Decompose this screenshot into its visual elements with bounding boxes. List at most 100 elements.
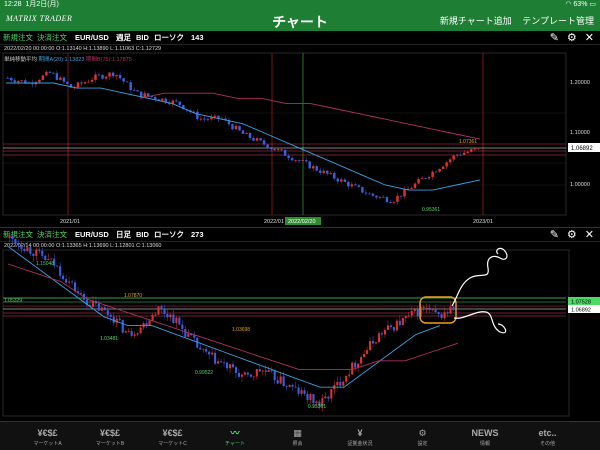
weekly-candle <box>347 181 350 187</box>
daily-candle <box>264 370 267 372</box>
daily-candle <box>169 314 172 318</box>
weekly-candle <box>6 77 9 79</box>
daily-candle <box>401 317 404 326</box>
daily-candle <box>386 325 389 330</box>
weekly-candle <box>417 179 420 184</box>
daily-candle <box>151 314 154 321</box>
weekly-candle <box>375 195 378 198</box>
weekly-candle <box>462 152 466 155</box>
left-level-label: 1.05329 <box>4 298 22 304</box>
daily-candle <box>276 380 279 384</box>
daily-candle <box>154 314 157 316</box>
chart-panel-daily: 新規注文 決済注文 EUR/USD 日足 BID ローソク 273 ✎ ⚙ ✕ 20… <box>0 227 600 421</box>
weekly-candle <box>45 71 48 76</box>
daily-candle <box>136 333 139 335</box>
daily-candle <box>35 249 38 256</box>
daily-candle <box>103 307 106 311</box>
weekly-candle <box>125 81 129 83</box>
weekly-candle <box>245 132 248 134</box>
daily-candle <box>410 311 413 316</box>
daily-candle <box>148 320 151 326</box>
daily-candle <box>449 306 452 314</box>
weekly-candle <box>403 188 406 197</box>
tab-label: マーケットA <box>33 441 62 447</box>
weekly-candle <box>427 176 431 179</box>
weekly-candle <box>382 196 385 198</box>
daily-candle <box>309 394 312 401</box>
weekly-candle <box>410 187 413 189</box>
daily-candle <box>249 374 252 377</box>
tab-currency[interactable]: ¥€$£ マーケットB <box>83 422 138 450</box>
daily-candle <box>79 292 83 294</box>
template-manage-button[interactable]: テンプレート管理 <box>522 16 594 26</box>
weekly-candle <box>255 138 259 141</box>
weekly-candle <box>213 115 217 117</box>
weekly-candle <box>301 160 304 161</box>
tab-currency[interactable]: ¥€$£ マーケットC <box>145 422 200 450</box>
weekly-candle <box>438 168 441 172</box>
weekly-candle <box>17 80 20 83</box>
daily-candle <box>234 367 238 373</box>
daily-candle <box>17 243 20 245</box>
daily-candle <box>294 386 297 388</box>
daily-candle <box>285 385 288 387</box>
weekly-candle <box>203 118 206 120</box>
weekly-candle <box>196 111 199 119</box>
daily-candle <box>225 362 229 369</box>
daily-candles <box>8 232 455 412</box>
daily-candle <box>339 381 342 386</box>
margin-icon: ¥ <box>357 428 363 438</box>
tab-currency[interactable]: ¥€$£ マーケットA <box>20 422 75 450</box>
tab-chart[interactable]: 〰チャート <box>208 422 263 450</box>
new-chart-button[interactable]: 新規チャート追加 <box>440 16 512 26</box>
tab-label: チャート <box>225 441 245 447</box>
daily-candle <box>398 320 401 326</box>
daily-candle <box>288 384 291 387</box>
weekly-candle <box>340 179 343 182</box>
weekly-candle <box>290 158 294 161</box>
weekly-candle <box>368 193 371 195</box>
weekly-candle <box>445 162 448 167</box>
ma-a-line <box>6 82 481 191</box>
tab-search[interactable]: ▦ 照会 <box>270 422 325 450</box>
daily-candle <box>205 348 208 352</box>
weekly-candle-chart[interactable]: 1.20000 1.10000 1.00000 1.06892 0.95361 … <box>0 31 600 227</box>
weekly-candle <box>378 196 382 198</box>
tab-settings[interactable]: ⚙ 設定 <box>395 422 450 450</box>
weekly-candle <box>136 90 139 92</box>
daily-candle <box>437 312 440 315</box>
weekly-candle <box>97 74 101 76</box>
daily-candle <box>20 244 23 249</box>
daily-candle <box>228 364 232 369</box>
weekly-candle <box>396 195 399 202</box>
tab-news[interactable]: NEWS 情報 <box>458 422 513 450</box>
daily-candle <box>434 309 437 313</box>
status-bar: 12:28 1月2日(月) ◠ 63% ▭ <box>0 0 600 9</box>
weekly-candle <box>48 71 52 73</box>
weekly-candle <box>104 76 108 79</box>
daily-candle <box>300 390 303 394</box>
weekly-candle <box>132 90 136 91</box>
daily-candle <box>172 314 175 323</box>
weekly-candle <box>441 166 445 169</box>
weekly-candle <box>273 148 276 151</box>
daily-candle <box>443 312 446 319</box>
daily-candle <box>330 389 333 399</box>
daily-candle-chart[interactable]: 1.15048 1.07870 1.03481 1.03698 0.99522 … <box>0 228 600 422</box>
daily-candle <box>175 317 178 323</box>
daily-candle <box>8 235 11 238</box>
weekly-candle <box>434 171 438 173</box>
tab-label: その他 <box>539 441 555 447</box>
daily-candle <box>50 258 53 260</box>
weekly-candle <box>90 79 94 82</box>
tab-margin[interactable]: ¥ 証拠金状況 <box>333 422 388 450</box>
daily-candle <box>145 323 148 326</box>
daily-candle <box>428 307 431 310</box>
weekly-candle <box>83 82 87 84</box>
daily-candle <box>240 374 243 377</box>
weekly-candle <box>357 185 361 187</box>
weekly-candle <box>297 160 301 161</box>
tab-more[interactable]: etc.. その他 <box>520 422 575 450</box>
weekly-candle <box>76 82 80 88</box>
weekly-candle <box>62 77 66 82</box>
